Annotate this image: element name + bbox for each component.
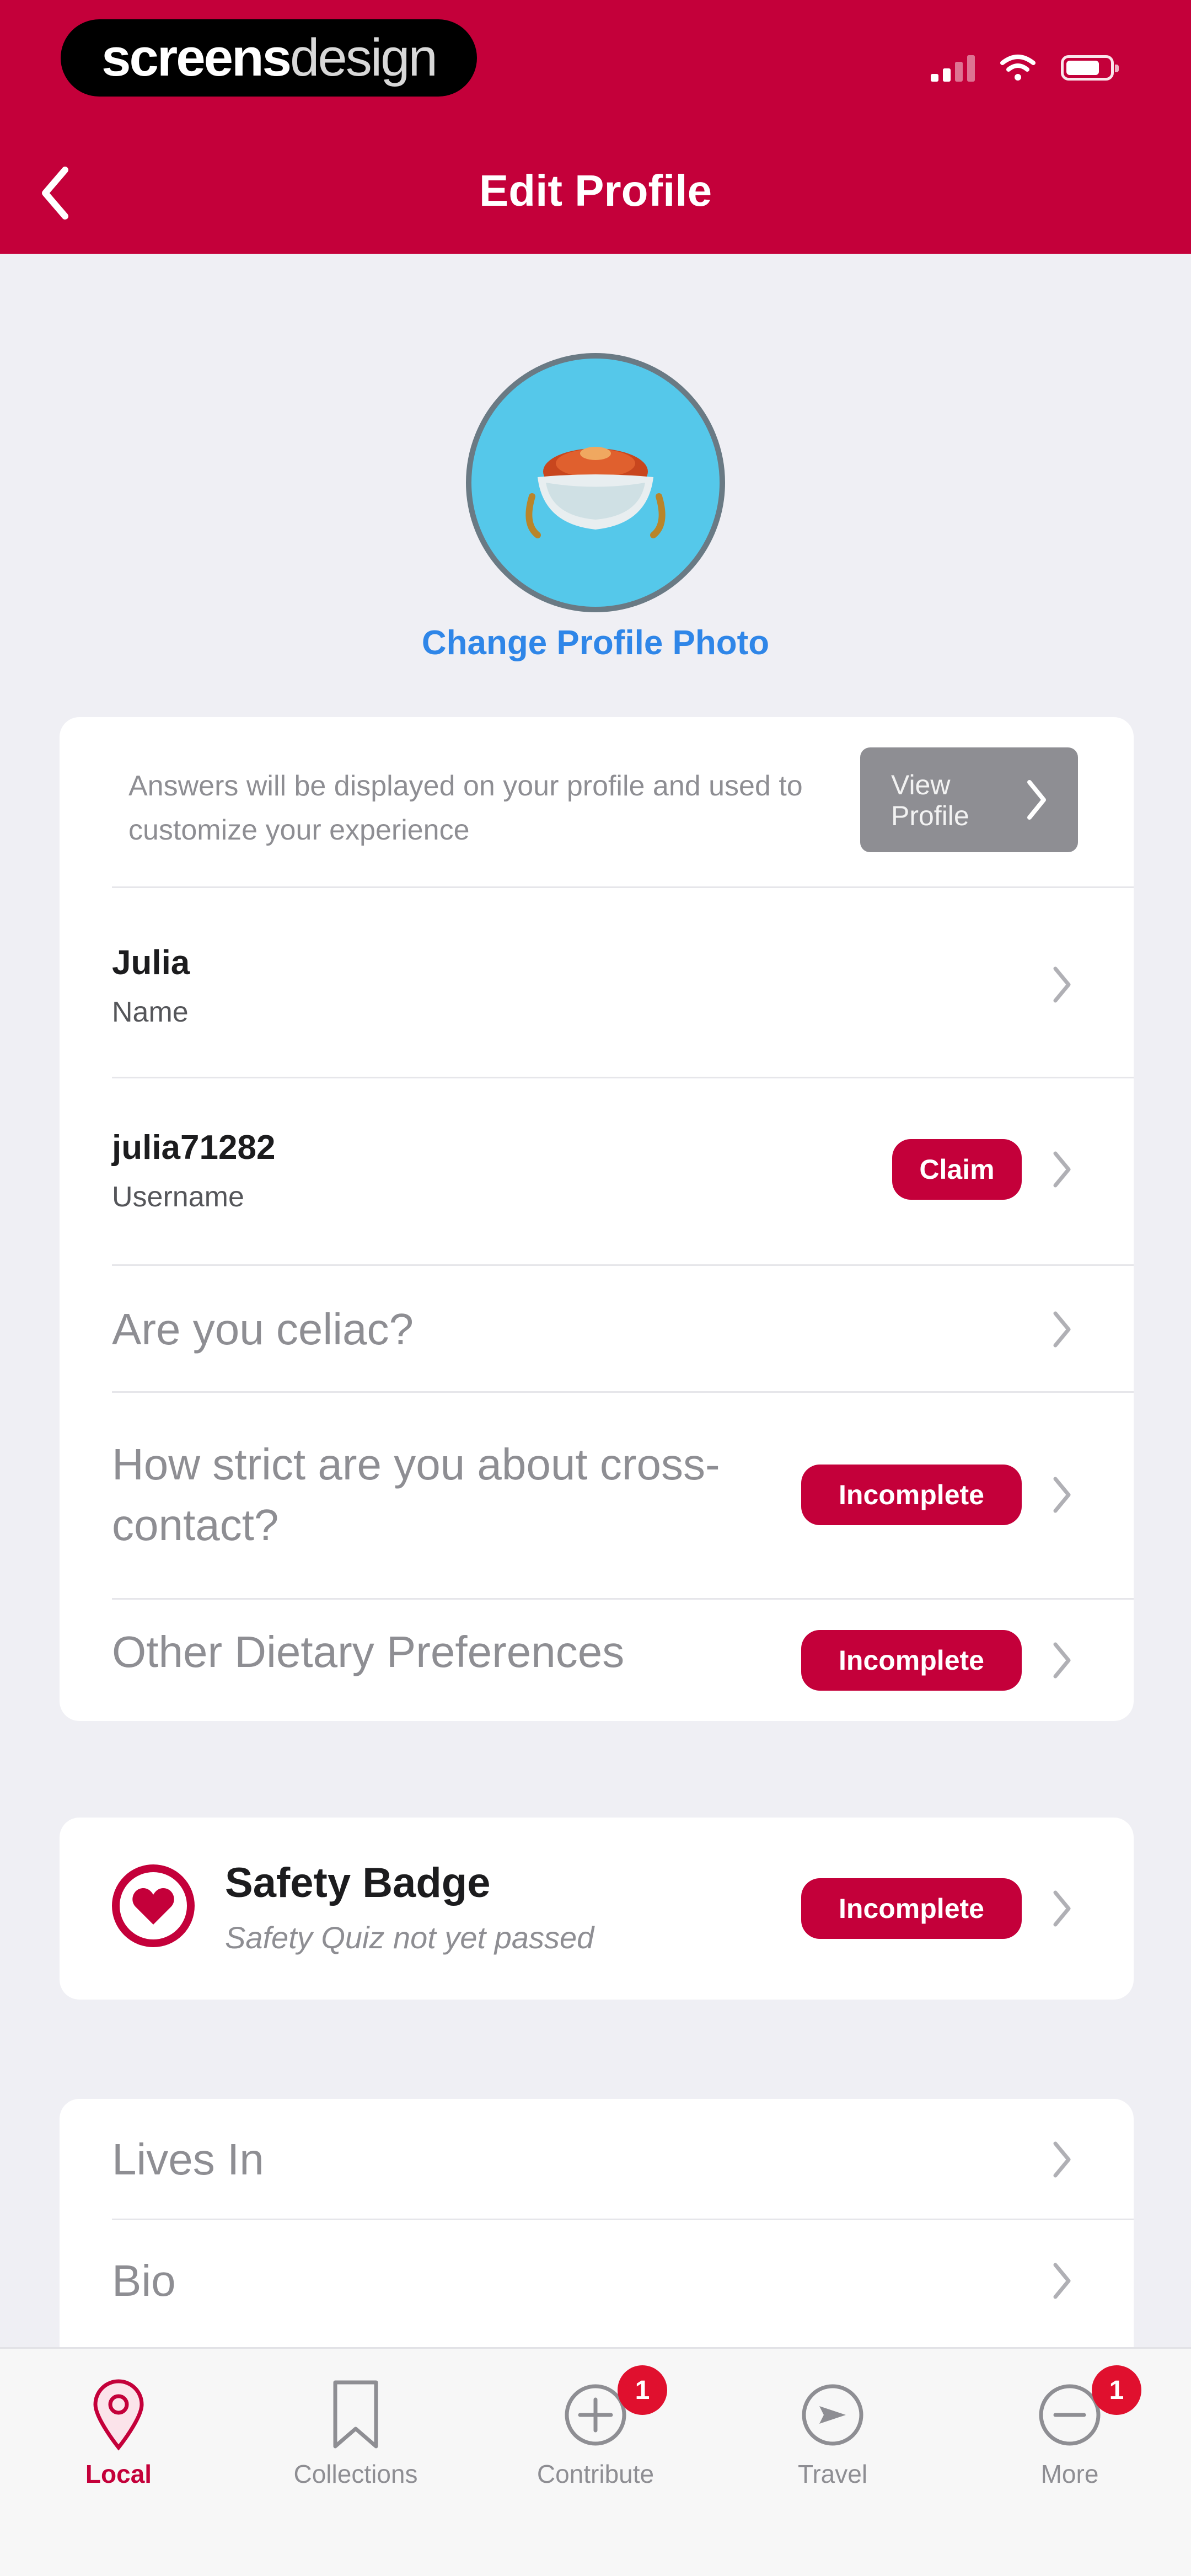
watermark-bold-text: screens <box>101 28 292 87</box>
username-row[interactable]: julia71282 Username Claim <box>60 1078 1134 1266</box>
bio-label: Bio <box>112 2256 176 2305</box>
safety-badge-title: Safety Badge <box>225 1859 491 1906</box>
tab-local[interactable]: Local <box>3 2365 234 2509</box>
status-bar-icons <box>931 49 1119 87</box>
chevron-right-icon <box>1048 1886 1076 1931</box>
profile-fields-card: Answers will be displayed on your profil… <box>60 717 1134 1721</box>
chevron-right-icon <box>1048 1638 1076 1682</box>
name-label: Name <box>112 996 189 1028</box>
chevron-right-icon <box>1048 963 1076 1007</box>
chevron-right-icon <box>1048 2259 1076 2303</box>
celiac-question: Are you celiac? <box>112 1305 414 1354</box>
tab-label: Travel <box>797 2460 868 2488</box>
app-header: screens design Edit Profile <box>0 0 1191 254</box>
incomplete-badge: Incomplete <box>801 1465 1022 1525</box>
screensdesign-watermark: screens design <box>61 19 477 97</box>
tab-label: More <box>1040 2460 1099 2488</box>
battery-icon <box>1061 55 1119 81</box>
cellular-signal-icon <box>931 54 975 82</box>
username-label: Username <box>112 1181 244 1213</box>
tab-collections[interactable]: Collections <box>240 2365 471 2509</box>
name-row[interactable]: Julia Name <box>60 888 1134 1078</box>
bookmark-icon <box>320 2376 391 2454</box>
username-value: julia71282 <box>112 1129 276 1167</box>
food-bowl-avatar-icon <box>525 447 666 538</box>
tab-contribute[interactable]: 1 Contribute <box>480 2365 711 2509</box>
celiac-row[interactable]: Are you celiac? <box>60 1266 1134 1393</box>
bio-row[interactable]: Bio <box>60 2220 1134 2342</box>
heart-icon <box>112 1864 195 1947</box>
view-profile-button[interactable]: View Profile <box>860 747 1078 852</box>
page-title: Edit Profile <box>479 166 712 215</box>
tab-label: Collections <box>293 2460 418 2488</box>
safety-badge-card[interactable]: Safety Badge Safety Quiz not yet passed … <box>60 1818 1134 2000</box>
incomplete-badge: Incomplete <box>801 1878 1022 1939</box>
change-profile-photo-link[interactable]: Change Profile Photo <box>0 623 1191 662</box>
bottom-tab-bar: Local Collections 1 Contribute Travel 1 … <box>0 2347 1191 2576</box>
tab-travel[interactable]: Travel <box>717 2365 948 2509</box>
notification-badge: 1 <box>618 2365 667 2415</box>
dietary-preferences-question: Other Dietary Preferences <box>112 1627 625 1676</box>
location-pin-icon <box>83 2376 154 2454</box>
lives-in-row[interactable]: Lives In <box>60 2099 1134 2220</box>
notification-badge: 1 <box>1092 2365 1141 2415</box>
lives-in-label: Lives In <box>112 2135 264 2184</box>
profile-info-hint: Answers will be displayed on your profil… <box>128 770 803 846</box>
tab-label: Local <box>85 2460 152 2488</box>
airplane-circle-icon <box>797 2376 868 2454</box>
tab-more[interactable]: 1 More <box>954 2365 1185 2509</box>
cross-contact-row[interactable]: How strict are you about cross-contact? … <box>60 1393 1134 1600</box>
chevron-right-icon <box>1048 1473 1076 1517</box>
chevron-right-icon <box>1048 1147 1076 1191</box>
wifi-icon <box>1000 55 1036 81</box>
profile-info-row: Answers will be displayed on your profil… <box>60 717 1134 888</box>
name-value: Julia <box>112 944 190 982</box>
watermark-light-text: design <box>290 28 438 87</box>
chevron-right-icon <box>1048 2137 1076 2182</box>
view-profile-label: View Profile <box>891 769 969 831</box>
incomplete-badge: Incomplete <box>801 1630 1022 1691</box>
claim-badge[interactable]: Claim <box>892 1139 1022 1200</box>
cross-contact-question: How strict are you about cross-contact? <box>112 1440 720 1549</box>
tab-label: Contribute <box>537 2460 654 2488</box>
profile-avatar[interactable] <box>466 353 725 612</box>
dietary-preferences-row[interactable]: Other Dietary Preferences Incomplete <box>60 1600 1134 1721</box>
safety-badge-subtitle: Safety Quiz not yet passed <box>225 1920 594 1955</box>
chevron-right-icon <box>1048 1307 1076 1351</box>
chevron-right-icon <box>1027 780 1046 820</box>
